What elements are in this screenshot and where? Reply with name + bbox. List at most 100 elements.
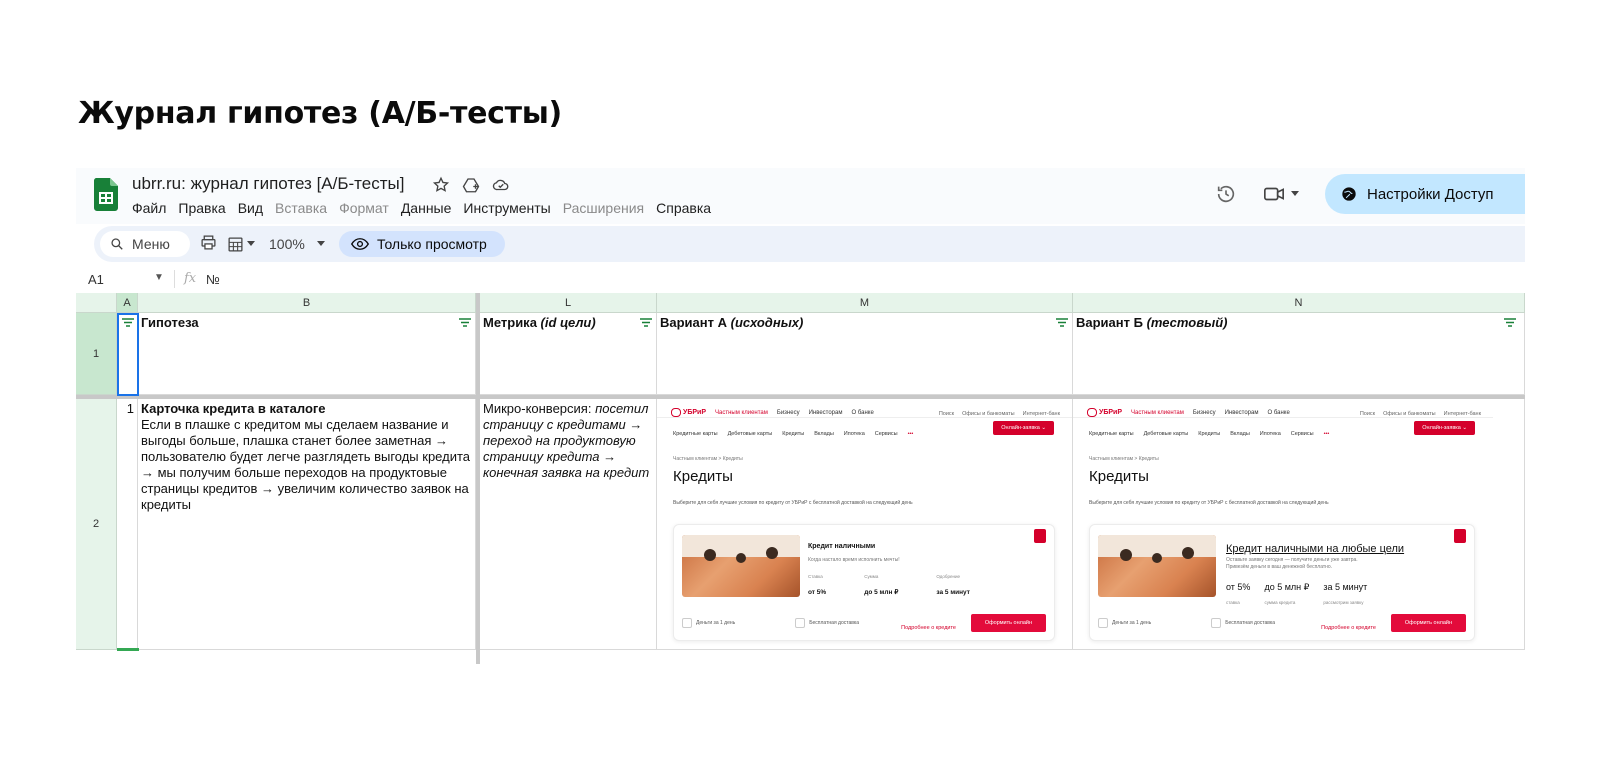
view-only-label: Только просмотр: [377, 236, 487, 252]
share-settings-label: Настройки Доступ: [1367, 185, 1494, 203]
mock-apply-button: Онлайн-заявка ⌄: [1414, 421, 1475, 435]
mock-nav-item: Частным клиентам: [1131, 410, 1184, 416]
cell-m2[interactable]: УБРиР Частным клиентам Бизнесу Инвестора…: [657, 399, 1073, 650]
move-to-drive-icon[interactable]: [462, 176, 480, 194]
menu-data[interactable]: Данные: [401, 200, 452, 216]
freeze-column-divider[interactable]: [476, 293, 480, 664]
corner-cell[interactable]: [76, 293, 117, 313]
mock-credit-card: Кредит наличными Когда настало время исп…: [673, 524, 1055, 641]
menu-file[interactable]: Файл: [132, 200, 166, 216]
chevron-down-icon[interactable]: ▼: [154, 272, 164, 283]
menu-format[interactable]: Формат: [339, 200, 389, 216]
menu-insert[interactable]: Вставка: [275, 200, 327, 216]
ubrr-logo: УБРиР: [671, 405, 706, 421]
filter-icon[interactable]: [1504, 318, 1516, 328]
variant-a-screenshot: УБРиР Частным клиентам Бизнесу Инвестора…: [657, 399, 1072, 649]
cell-a2[interactable]: 1: [117, 399, 138, 650]
zoom-value: 100%: [269, 236, 305, 252]
divider: [1073, 417, 1493, 418]
column-header-a[interactable]: A: [117, 293, 138, 313]
chevron-down-icon: [1291, 191, 1299, 196]
menus-search-button[interactable]: Меню: [100, 231, 190, 257]
divider: [657, 417, 1072, 418]
cell-b2[interactable]: Карточка кредита в каталоге Если в плашк…: [138, 399, 476, 650]
cloud-saved-icon[interactable]: [492, 176, 510, 194]
mock-search: Поиск: [1359, 411, 1376, 417]
menu-tools[interactable]: Инструменты: [463, 200, 550, 216]
mock-card-title: Кредит наличными на любые цели: [1226, 543, 1405, 555]
row-header-1[interactable]: 1: [76, 313, 117, 395]
filter-icon[interactable]: [459, 318, 471, 328]
column-header-m[interactable]: M: [657, 293, 1073, 313]
app-header: ubrr.ru: журнал гипотез [А/Б-тесты] Файл…: [76, 168, 1525, 224]
mock-heading: Кредиты: [1089, 468, 1149, 485]
menu-bar: Файл Правка Вид Вставка Формат Данные Ин…: [132, 200, 711, 216]
view-only-button[interactable]: Только просмотр: [339, 231, 505, 257]
mock-heading: Кредиты: [673, 468, 733, 485]
cell-l2[interactable]: Микро-конверсия: посетил страницу с кред…: [480, 399, 657, 650]
cell-b1[interactable]: Гипотеза: [138, 313, 476, 395]
mock-top-nav: УБРиР Частным клиентам Бизнесу Инвестора…: [1087, 405, 1290, 421]
mock-nav-item: О банке: [1267, 410, 1290, 416]
mock-nav-item: О банке: [851, 410, 874, 416]
cell-m1[interactable]: Вариант А (исходных): [657, 313, 1073, 395]
ubrr-logo: УБРиР: [1087, 405, 1122, 421]
star-icon[interactable]: [432, 176, 450, 194]
share-settings-button[interactable]: Настройки Доступ: [1325, 174, 1525, 214]
formula-bar: A1 ▼ fx №: [76, 268, 1525, 292]
mock-card-stats: Ставка от 5% Сумма до 5 млн ₽ Одобрение за …: [808, 574, 970, 596]
mock-nav-item: Частным клиентам: [715, 410, 768, 416]
cell-l1[interactable]: Метрика (id цели): [480, 313, 657, 395]
mock-card-desc: Когда настало время исполнить мечты!: [808, 557, 900, 563]
mock-subnav-item: Кредиты: [1198, 431, 1221, 437]
row-header-2[interactable]: 2: [76, 399, 117, 650]
mock-nav-item: Бизнесу: [1192, 410, 1216, 416]
title-actions: [432, 176, 510, 194]
zoom-select[interactable]: 100%: [269, 236, 325, 252]
header-variant-b: Вариант Б: [1076, 315, 1147, 330]
mock-subheading: Выберите для себя лучшие условия по кред…: [1089, 500, 1329, 506]
globe-icon: [1342, 187, 1356, 201]
mock-subnav-item: Дебетовые карты: [1143, 431, 1189, 437]
column-header-n[interactable]: N: [1073, 293, 1525, 313]
formula-input[interactable]: №: [206, 272, 220, 287]
column-header-l[interactable]: L: [480, 293, 657, 313]
menu-edit[interactable]: Правка: [178, 200, 225, 216]
mock-subnav-item: Дебетовые карты: [727, 431, 773, 437]
toolbar-icons: 100%: [200, 234, 325, 254]
name-box[interactable]: A1: [88, 272, 104, 287]
filter-icon[interactable]: [1056, 318, 1068, 328]
menu-view[interactable]: Вид: [238, 200, 263, 216]
freeze-row-divider[interactable]: [76, 395, 1525, 399]
mock-apply-button: Онлайн-заявка ⌄: [993, 421, 1054, 435]
meet-video-icon[interactable]: [1263, 184, 1299, 204]
version-history-icon[interactable]: [1215, 183, 1237, 205]
cell-n1[interactable]: Вариант Б (тестовый): [1073, 313, 1525, 395]
mock-breadcrumb: Частным клиентам > Кредиты: [1089, 456, 1159, 462]
table-format-icon[interactable]: [227, 236, 255, 253]
header-hypothesis: Гипотеза: [141, 315, 199, 330]
bookmark-icon: [1454, 529, 1466, 543]
sheets-logo-icon[interactable]: [94, 178, 118, 211]
mock-card-footer: Деньги за 1 день Бесплатная доставка Под…: [1098, 614, 1466, 632]
more-dots-icon: •••: [1323, 431, 1330, 437]
filter-icon[interactable]: [640, 318, 652, 328]
header-metric: Метрика: [483, 315, 541, 330]
page-title: Журнал гипотез (А/Б-тесты): [78, 96, 562, 131]
header-variant-a: Вариант А: [660, 315, 731, 330]
column-header-b[interactable]: B: [138, 293, 476, 313]
mock-nav-item: Бизнесу: [776, 410, 800, 416]
menu-help[interactable]: Справка: [656, 200, 711, 216]
mock-order-button: Оформить онлайн: [1390, 614, 1466, 632]
menu-extensions[interactable]: Расширения: [563, 200, 644, 216]
hypothesis-title: Карточка кредита в каталоге: [141, 401, 326, 416]
mock-card-stats: от 5% ставка до 5 млн ₽ сумма кредита за 5…: [1226, 582, 1368, 605]
header-variant-a-note: (исходных): [730, 315, 804, 330]
print-icon[interactable]: [200, 234, 217, 254]
fx-icon: fx: [184, 271, 197, 286]
document-title[interactable]: ubrr.ru: журнал гипотез [А/Б-тесты]: [132, 174, 404, 194]
toolbar: Меню 100% Только просмотр: [94, 226, 1525, 262]
mock-sub-nav: Кредитные карты Дебетовые карты Кредиты …: [1089, 426, 1329, 442]
cell-n2[interactable]: УБРиР Частным клиентам Бизнесу Инвестора…: [1073, 399, 1525, 650]
mock-subnav-item: Сервисы: [874, 431, 898, 437]
